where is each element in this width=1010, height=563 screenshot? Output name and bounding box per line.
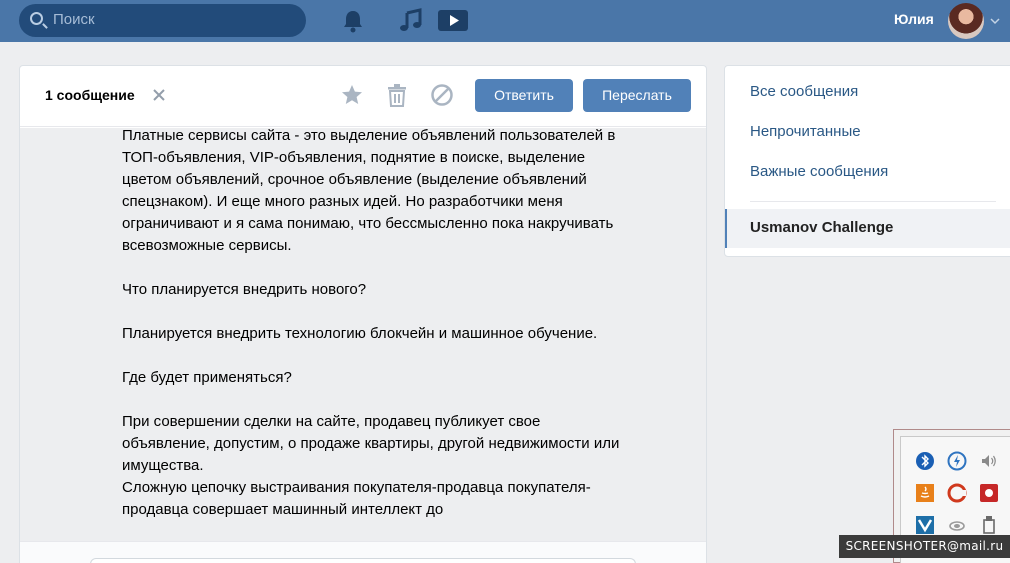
usb-device-icon[interactable] xyxy=(979,515,999,535)
user-name[interactable]: Юлия xyxy=(894,11,934,27)
app-tray-icon[interactable] xyxy=(979,483,999,503)
nav-all-messages[interactable]: Все сообщения xyxy=(750,83,858,100)
reply-button[interactable]: Ответить xyxy=(475,79,573,112)
message-toolbar: 1 сообщение Ответить Переслать xyxy=(20,66,706,127)
composer xyxy=(20,541,706,563)
music-note-icon[interactable] xyxy=(398,8,424,34)
chevron-down-icon[interactable] xyxy=(990,16,1000,26)
message-body: Платные сервисы сайта - это выделение об… xyxy=(20,128,706,541)
nav-unread[interactable]: Непрочитанные xyxy=(750,123,861,140)
forward-button[interactable]: Переслать xyxy=(583,79,691,112)
nav-important[interactable]: Важные сообщения xyxy=(750,163,888,180)
message-panel: 1 сообщение Ответить Переслать Платные с… xyxy=(19,65,707,563)
volume-icon[interactable] xyxy=(979,451,999,471)
arrow-app-icon[interactable] xyxy=(915,515,935,535)
star-icon[interactable] xyxy=(340,83,364,107)
close-icon[interactable] xyxy=(150,86,168,104)
chat-title: Usmanov Challenge xyxy=(750,219,894,236)
bluetooth-icon[interactable] xyxy=(915,451,935,471)
play-icon[interactable] xyxy=(438,7,468,33)
message-input[interactable] xyxy=(90,558,636,563)
search-placeholder: Поиск xyxy=(53,11,95,28)
ccleaner-icon[interactable] xyxy=(947,483,967,503)
block-icon[interactable] xyxy=(430,83,454,107)
screenshot-watermark: SCREENSHOTER@mail.ru xyxy=(839,535,1010,558)
nav-divider xyxy=(750,201,996,202)
bell-icon[interactable] xyxy=(342,9,364,33)
java-icon[interactable] xyxy=(915,483,935,503)
power-icon[interactable] xyxy=(947,451,967,471)
avatar[interactable] xyxy=(948,3,984,39)
search-input[interactable]: Поиск xyxy=(19,4,306,37)
trash-icon[interactable] xyxy=(386,83,408,107)
cloud-icon[interactable] xyxy=(947,515,967,535)
message-text: Платные сервисы сайта - это выделение об… xyxy=(122,128,620,518)
message-count: 1 сообщение xyxy=(45,87,135,103)
top-bar: Поиск Юлия xyxy=(0,0,1010,42)
search-icon xyxy=(30,12,43,25)
messages-nav: Все сообщения Непрочитанные Важные сообщ… xyxy=(724,65,1010,257)
nav-chat-usmanov[interactable]: Usmanov Challenge xyxy=(725,209,1010,248)
